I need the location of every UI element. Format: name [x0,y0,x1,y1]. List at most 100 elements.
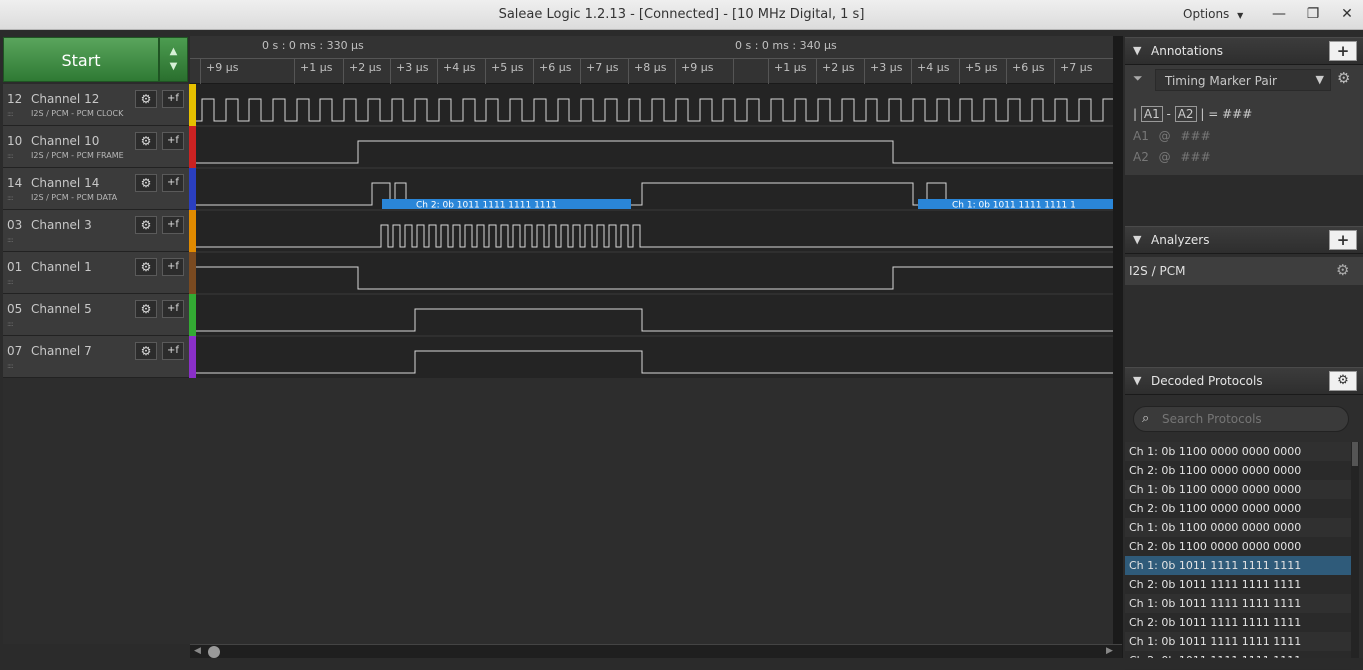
channel-color-stripe [189,84,196,126]
start-button[interactable]: Start [3,37,159,82]
minimize-button[interactable]: — [1262,0,1296,28]
channel-name[interactable]: Channel 10 [31,134,99,148]
time-ruler[interactable]: 0 s : 0 ms : 330 µs 0 s : 0 ms : 340 µs … [190,36,1114,84]
scroll-left-icon[interactable]: ◀ [194,646,201,656]
decoded-protocol-row[interactable]: Ch 2: 0b 1100 0000 0000 0000 [1125,499,1351,518]
add-annotation-button[interactable]: + [1329,41,1357,61]
ruler-tick-label: +5 µs [491,61,524,74]
marker-type-select[interactable]: Timing Marker Pair ▼ [1155,69,1331,91]
search-protocols-field[interactable]: ⌕ [1133,406,1349,432]
channel-name[interactable]: Channel 7 [31,344,92,358]
drag-handle-icon[interactable]: :::: [7,236,14,244]
ruler-tick-label: +1 µs [774,61,807,74]
drag-handle-icon[interactable]: :::: [7,194,14,202]
channel-number: 07 [7,344,23,358]
search-protocols-input[interactable] [1160,410,1340,428]
drag-handle-icon[interactable]: :::: [7,152,14,160]
decoded-protocol-row[interactable]: Ch 2: 0b 1011 1111 1111 1111 [1125,575,1351,594]
channel-1-waveform [196,266,1113,290]
drag-handle-icon[interactable]: :::: [7,278,14,286]
channel-row[interactable]: 14 Channel 14 I2S / PCM - PCM DATA :::: … [3,168,189,210]
channel-color-stripe [189,168,196,210]
decoded-protocol-row[interactable]: Ch 2: 0b 1100 0000 0000 0000 [1125,461,1351,480]
channel-name[interactable]: Channel 12 [31,92,99,106]
status-bar [0,658,1363,669]
channel-name[interactable]: Channel 1 [31,260,92,274]
marker-type-label: Timing Marker Pair [1165,74,1277,88]
trigger-button[interactable]: +f [162,258,184,276]
drag-handle-icon[interactable]: :::: [7,320,14,328]
collapse-triangle-icon[interactable]: ▼ [1133,233,1141,246]
gear-icon[interactable]: ⚙ [135,90,157,108]
empty-channel-area [3,378,1113,644]
decoded-protocol-row[interactable]: Ch 1: 0b 1100 0000 0000 0000 [1125,518,1351,537]
analyzers-body: I2S / PCM ⚙ [1125,254,1363,366]
channel-color-stripe [189,126,196,168]
a2-chip[interactable]: A2 [1174,106,1197,122]
ruler-tick-label: +2 µs [349,61,382,74]
channel-row[interactable]: 12 Channel 12 I2S / PCM - PCM CLOCK ::::… [3,84,189,126]
channel-name[interactable]: Channel 5 [31,302,92,316]
channel-row[interactable]: 01 Channel 1 :::: ⚙ +f [3,252,189,294]
gear-icon[interactable]: ⚙ [1337,69,1350,87]
gear-icon[interactable]: ⚙ [1329,371,1357,391]
channel-row[interactable]: 07 Channel 7 :::: ⚙ +f [3,336,189,378]
channel-row[interactable]: 05 Channel 5 :::: ⚙ +f [3,294,189,336]
trigger-button[interactable]: +f [162,174,184,192]
formula-bar: | [1133,107,1138,121]
channel-name[interactable]: Channel 14 [31,176,99,190]
decoded-protocol-row[interactable]: Ch 1: 0b 1100 0000 0000 0000 [1125,480,1351,499]
drag-handle-icon[interactable]: :::: [7,362,14,370]
ruler-tick-label: +9 µs [206,61,239,74]
trigger-button[interactable]: +f [162,300,184,318]
gear-icon[interactable]: ⚙ [135,258,157,276]
trigger-button[interactable]: +f [162,216,184,234]
scroll-right-icon[interactable]: ▶ [1106,646,1113,656]
trigger-button[interactable]: +f [162,90,184,108]
close-button[interactable]: ✕ [1330,0,1363,28]
gear-icon[interactable]: ⚙ [135,132,157,150]
maximize-button[interactable]: ❐ [1296,0,1330,28]
collapse-triangle-icon[interactable]: ▼ [1133,44,1141,57]
waveform-view[interactable]: Ch 2: 0b 1011 1111 1111 1111 Ch 1: 0b 101… [196,84,1113,378]
channel-number: 01 [7,260,23,274]
scroll-thumb[interactable] [208,646,220,658]
ruler-tick-label: +7 µs [586,61,619,74]
decoded-protocol-row[interactable]: Ch 1: 0b 1100 0000 0000 0000 [1125,442,1351,461]
decoded-protocol-row[interactable]: Ch 1: 0b 1011 1111 1111 1111 [1125,632,1351,651]
gear-icon[interactable]: ⚙ [135,174,157,192]
options-menu[interactable]: Options ▼ [1183,7,1243,21]
channel-row[interactable]: 03 Channel 3 :::: ⚙ +f [3,210,189,252]
horizontal-scrollbar[interactable]: ◀ ▶ [190,644,1122,658]
channel-row[interactable]: 10 Channel 10 I2S / PCM - PCM FRAME ::::… [3,126,189,168]
decoded-protocol-row[interactable]: Ch 2: 0b 1011 1111 1111 1111 [1125,613,1351,632]
analyzers-title: Analyzers [1151,233,1210,247]
channel-10-waveform [196,140,1113,164]
a1-value: ### [1180,129,1211,143]
trigger-button[interactable]: +f [162,132,184,150]
panel-splitter[interactable] [1113,36,1123,658]
arrow-up-icon[interactable]: ▲ [160,46,187,57]
gear-icon[interactable]: ⚙ [135,216,157,234]
channel-name[interactable]: Channel 3 [31,218,92,232]
speed-arrows[interactable]: ▲ ▼ [159,37,188,82]
trigger-button[interactable]: +f [162,342,184,360]
decoded-protocol-row[interactable]: Ch 1: 0b 1011 1111 1111 1111 [1125,556,1351,575]
channel-7-waveform [196,350,1113,374]
arrow-down-icon[interactable]: ▼ [160,61,187,72]
decoded-protocols-title: Decoded Protocols [1151,374,1263,388]
drag-handle-icon[interactable]: :::: [7,110,14,118]
add-analyzer-button[interactable]: + [1329,230,1357,250]
channel-number: 05 [7,302,23,316]
gear-icon[interactable]: ⚙ [135,342,157,360]
gear-icon[interactable]: ⚙ [135,300,157,318]
decoded-protocol-row[interactable]: Ch 1: 0b 1011 1111 1111 1111 [1125,594,1351,613]
protocol-list-scrollbar[interactable] [1351,442,1359,669]
a1-chip[interactable]: A1 [1140,106,1163,122]
decode-bubble-label: Ch 2: 0b 1011 1111 1111 1111 [416,201,557,211]
channel-5-waveform [196,308,1113,332]
collapse-triangle-icon[interactable]: ▼ [1133,374,1141,387]
gear-icon[interactable]: ⚙ [1336,261,1349,279]
decoded-protocol-row[interactable]: Ch 2: 0b 1100 0000 0000 0000 [1125,537,1351,556]
analyzer-item[interactable]: I2S / PCM ⚙ [1125,257,1363,285]
